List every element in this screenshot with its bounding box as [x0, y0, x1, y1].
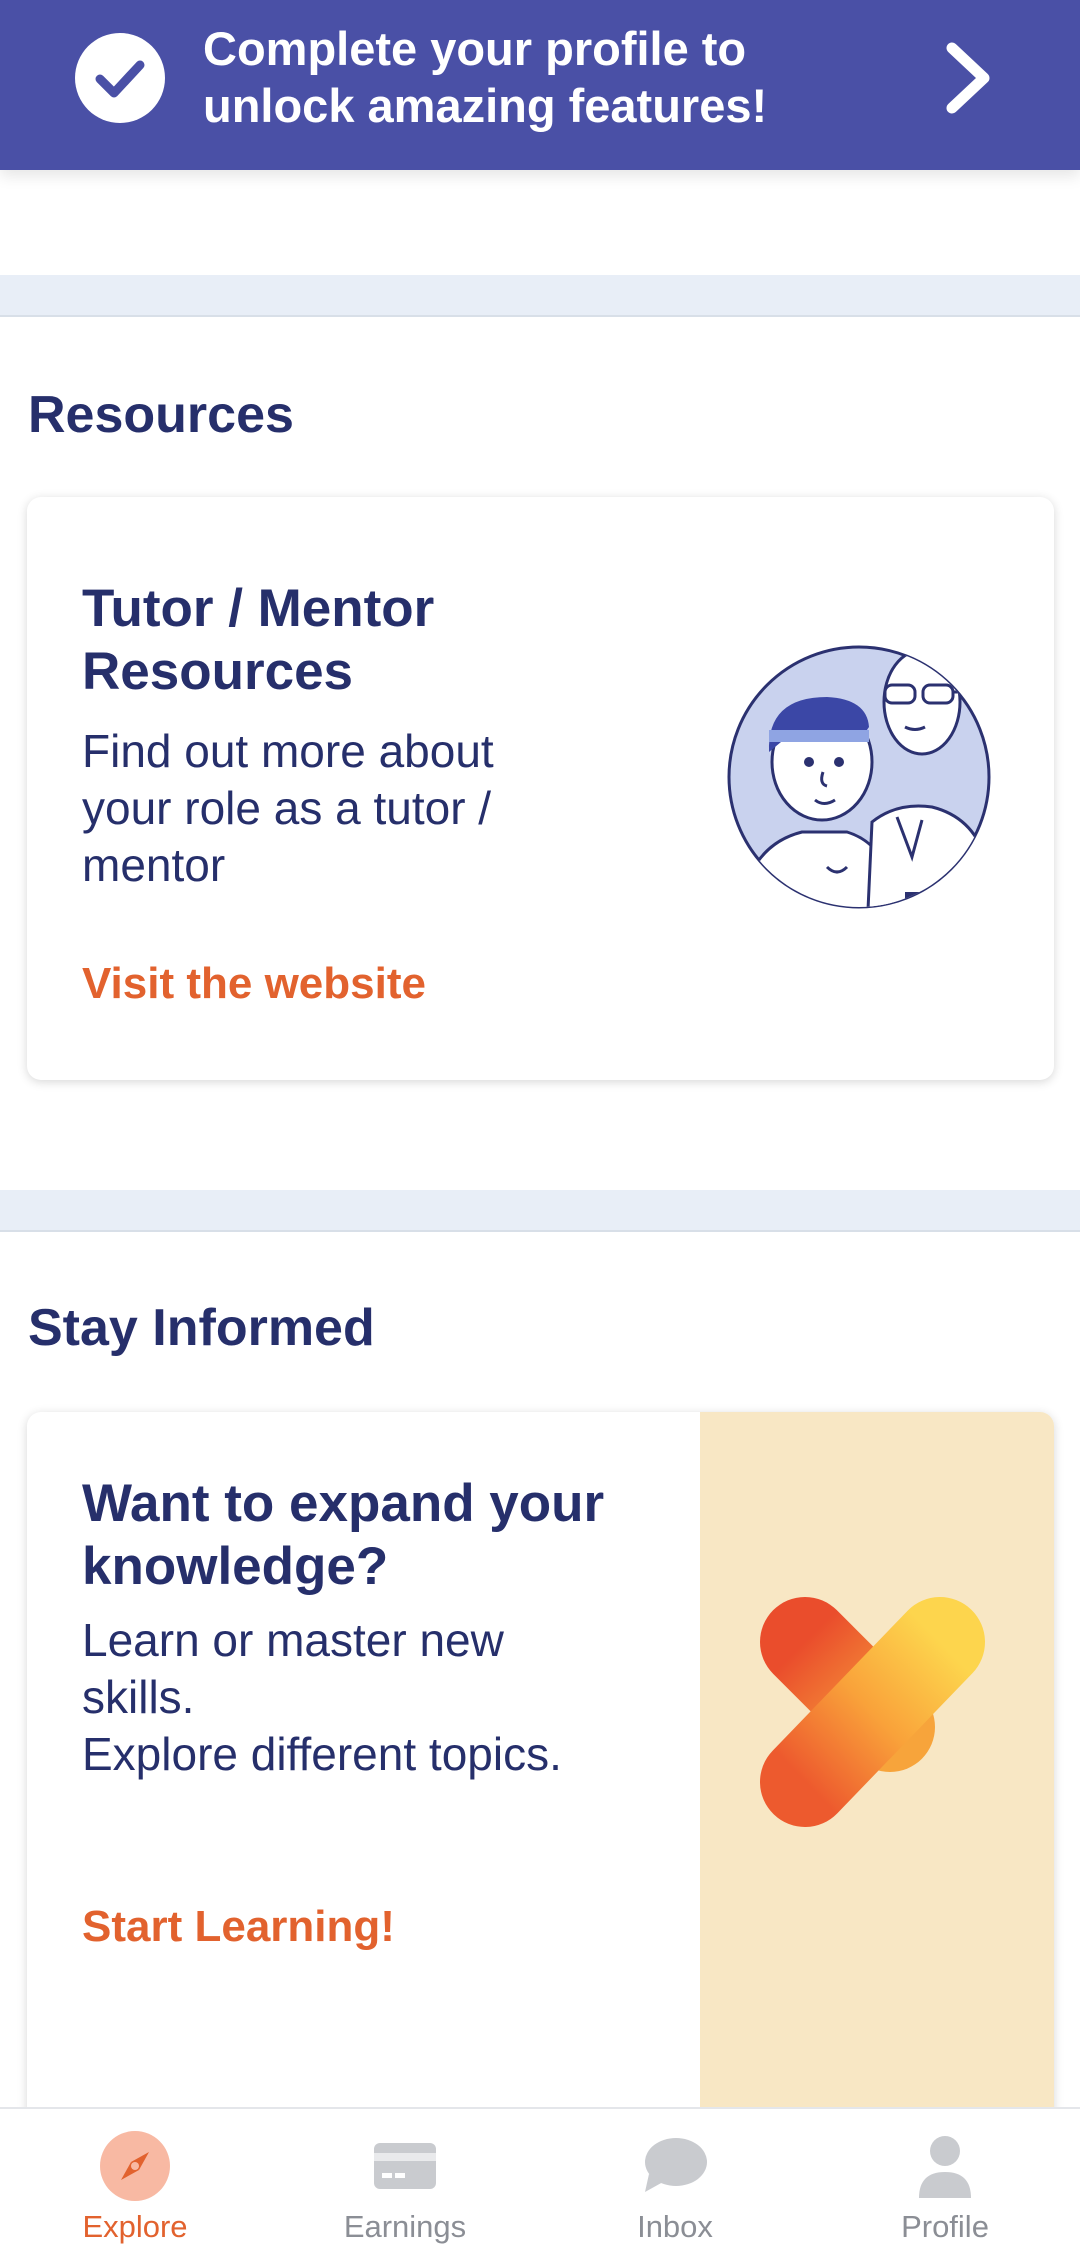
section-divider: [0, 275, 1080, 317]
learning-panel: [700, 1412, 1054, 2112]
stay-informed-section-title: Stay Informed: [28, 1299, 375, 1357]
card-line-1: Learn or master new skills.: [82, 1614, 504, 1723]
checkmark-icon: [75, 33, 165, 123]
nav-earnings[interactable]: Earnings: [305, 2109, 505, 2255]
tutor-resources-card: Tutor / Mentor Resources Find out more a…: [27, 497, 1054, 1080]
expand-knowledge-card: Want to expand your knowledge? Learn or …: [27, 1412, 1054, 2132]
banner-text: Complete your profile to unlock amazing …: [203, 22, 768, 132]
section-divider: [0, 1190, 1080, 1232]
chat-bubble-icon: [640, 2131, 710, 2201]
card-title: Want to expand your knowledge?: [82, 1474, 605, 1596]
bottom-navigation: Explore Earnings Inbox Profile: [0, 2107, 1080, 2255]
person-icon: [910, 2131, 980, 2201]
nav-label: Inbox: [637, 2209, 713, 2244]
start-learning-link[interactable]: Start Learning!: [82, 1902, 395, 1952]
complete-profile-banner[interactable]: Complete your profile to unlock amazing …: [0, 0, 1080, 170]
card-line-2: Explore different topics.: [82, 1728, 562, 1780]
nav-profile[interactable]: Profile: [845, 2109, 1045, 2255]
tutor-student-illustration: [727, 642, 1017, 932]
card-description: Find out more about your role as a tutor…: [82, 725, 494, 891]
card-icon: [370, 2131, 440, 2201]
nav-explore[interactable]: Explore: [35, 2109, 235, 2255]
nav-label: Explore: [82, 2209, 188, 2244]
nav-label: Earnings: [343, 2209, 467, 2244]
card-title: Tutor / Mentor Resources: [82, 579, 435, 701]
nav-inbox[interactable]: Inbox: [575, 2109, 775, 2255]
visit-website-link[interactable]: Visit the website: [82, 959, 426, 1009]
resources-section-title: Resources: [28, 386, 294, 444]
compass-icon: [100, 2131, 170, 2201]
chevron-right-icon[interactable]: [940, 40, 996, 116]
learning-logo-icon: [760, 1597, 985, 1827]
nav-label: Profile: [901, 2209, 989, 2244]
